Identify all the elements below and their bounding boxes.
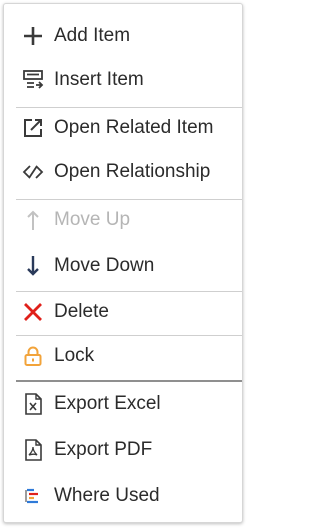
menu-item-label: Export PDF <box>54 439 153 460</box>
menu-item-label: Add Item <box>54 25 131 46</box>
menu-item-label: Move Down <box>54 255 155 276</box>
arrow-up-icon <box>20 207 46 233</box>
menu-separator <box>16 380 242 382</box>
lock-icon <box>20 343 46 369</box>
plus-icon <box>20 23 46 49</box>
menu-item-label: Open Related Item <box>54 117 214 138</box>
menu-item-move-down[interactable]: Move Down <box>4 246 242 286</box>
insert-list-icon <box>20 67 46 93</box>
menu-item-open-relationship[interactable]: Open Relationship <box>4 152 242 192</box>
arrow-down-icon <box>20 253 46 279</box>
menu-item-lock[interactable]: Lock <box>4 336 242 376</box>
menu-item-label: Open Relationship <box>54 161 211 182</box>
menu-item-move-up[interactable]: Move Up <box>4 200 242 240</box>
menu-item-delete[interactable]: Delete <box>4 292 242 332</box>
menu-item-insert-item[interactable]: Insert Item <box>4 60 242 100</box>
menu-item-label: Delete <box>54 301 109 322</box>
excel-file-icon <box>20 391 46 417</box>
delete-x-icon <box>20 299 46 325</box>
menu-item-add-item[interactable]: Add Item <box>4 16 242 56</box>
relationship-link-icon <box>20 159 46 185</box>
menu-item-where-used[interactable]: Where Used <box>4 476 242 516</box>
menu-item-open-related-item[interactable]: Open Related Item <box>4 108 242 148</box>
menu-item-label: Move Up <box>54 209 131 230</box>
menu-item-label: Where Used <box>54 485 160 506</box>
menu-item-label: Lock <box>54 345 95 366</box>
menu-item-export-pdf[interactable]: Export PDF <box>4 430 242 470</box>
menu-item-label: Export Excel <box>54 393 161 414</box>
pdf-file-icon <box>20 437 46 463</box>
open-external-icon <box>20 115 46 141</box>
where-used-icon <box>20 483 46 509</box>
context-menu: Add Item Insert Item Open Related Item O… <box>3 3 243 523</box>
menu-item-export-excel[interactable]: Export Excel <box>4 384 242 424</box>
menu-item-label: Insert Item <box>54 69 144 90</box>
